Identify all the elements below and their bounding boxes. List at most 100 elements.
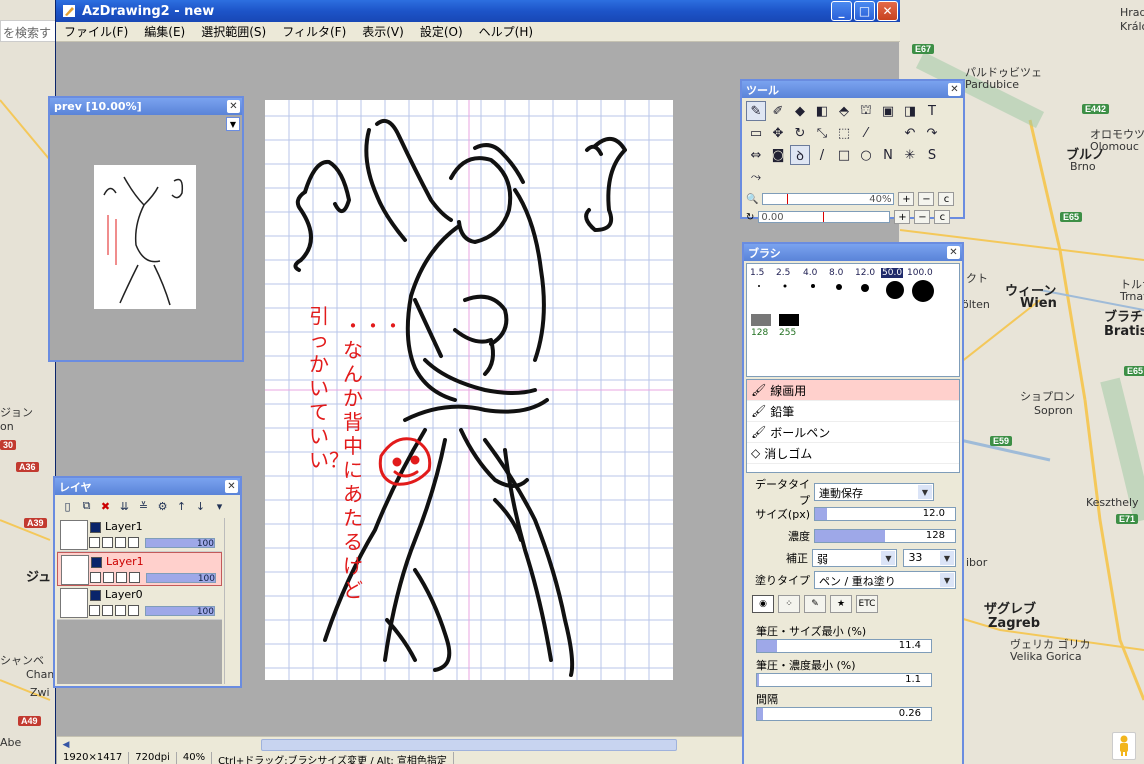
data-type-select[interactable]: 連動保存	[814, 483, 934, 501]
eraser-tool-icon[interactable]: ◆	[790, 101, 810, 121]
layer-opacity[interactable]: 100	[146, 573, 216, 584]
folder-icon[interactable]	[116, 572, 127, 583]
transform-tool-icon[interactable]: ⤡	[812, 123, 832, 143]
move-down-icon[interactable]: ↓	[192, 498, 209, 514]
brush-size-3[interactable]: 4.0	[803, 268, 817, 278]
eyedropper-tool-icon[interactable]: ⁄	[856, 123, 876, 143]
tab-pressure-icon[interactable]: ◉	[752, 595, 774, 613]
brush-size-2[interactable]: 2.5	[776, 268, 790, 278]
layer-panel-titlebar[interactable]: レイヤ ✕	[55, 478, 240, 495]
select-tool-icon[interactable]: ▣	[878, 101, 898, 121]
rectangle-icon[interactable]: □	[834, 145, 854, 165]
bucket-tool-icon[interactable]: ◧	[812, 101, 832, 121]
layer-scrollbar[interactable]	[224, 518, 238, 684]
rotate-tool-icon[interactable]: ↻	[790, 123, 810, 143]
clip-icon[interactable]	[102, 537, 113, 548]
layer-row[interactable]: Layer0 100	[57, 586, 222, 620]
zoom-out-button[interactable]: −	[918, 192, 935, 206]
street-view-pegman-icon[interactable]	[1112, 732, 1136, 760]
brush-item[interactable]: 🖌 鉛筆	[747, 401, 959, 422]
marquee-tool-icon[interactable]: ⬚	[834, 123, 854, 143]
layer-visibility-icon[interactable]	[90, 522, 101, 533]
clip-icon[interactable]	[102, 605, 113, 616]
menu-selection[interactable]: 選択範囲(S)	[193, 23, 274, 40]
scroll-thumb[interactable]	[261, 739, 677, 751]
paint-tool-icon[interactable]: ⛫	[856, 101, 876, 121]
scroll-left-icon[interactable]: ◀	[59, 739, 73, 751]
tool-panel-titlebar[interactable]: ツール ✕	[742, 81, 963, 98]
tab-star-icon[interactable]: ★	[830, 595, 852, 613]
layer-visibility-icon[interactable]	[91, 557, 102, 568]
menu-help[interactable]: ヘルプ(H)	[471, 23, 541, 40]
rotate-minus-button[interactable]: −	[914, 210, 931, 224]
redo-icon[interactable]: ↷	[922, 123, 942, 143]
clip-icon[interactable]	[103, 572, 114, 583]
pen-tool-icon[interactable]: ✎	[746, 101, 766, 121]
map-search-input[interactable]: を検索す	[0, 20, 56, 42]
mask-icon[interactable]	[128, 605, 139, 616]
rotate-reset-button[interactable]: c	[934, 210, 951, 224]
concentric-icon[interactable]: ✳	[900, 145, 920, 165]
brush-item[interactable]: 🖌 線画用	[747, 380, 959, 401]
zoom-in-button[interactable]: +	[898, 192, 915, 206]
brush-tool-icon[interactable]: ✐	[768, 101, 788, 121]
menu-filter[interactable]: フィルタ(F)	[274, 23, 354, 40]
ellipse-icon[interactable]: ○	[856, 145, 876, 165]
layer-visibility-icon[interactable]	[90, 590, 101, 601]
tab-texture-icon[interactable]: ⁘	[778, 595, 800, 613]
move-up-icon[interactable]: ↑	[173, 498, 190, 514]
close-icon[interactable]: ✕	[948, 83, 961, 96]
minimize-button[interactable]: _	[831, 1, 852, 21]
move-tool-icon[interactable]: ✥	[768, 123, 788, 143]
lock-icon[interactable]	[89, 537, 100, 548]
combine-layer-icon[interactable]: ≚	[135, 498, 152, 514]
layer-settings-icon[interactable]: ⚙	[154, 498, 171, 514]
maximize-button[interactable]: □	[854, 1, 875, 21]
layer-opacity[interactable]: 100	[145, 606, 215, 617]
flip-icon[interactable]: ⇔	[746, 145, 766, 165]
drawing-canvas[interactable]: 引っかいていい？ ・・・なんか背中にあたるけど	[265, 100, 673, 680]
prev-menu-dropdown-icon[interactable]: ▼	[226, 117, 240, 131]
layer-row[interactable]: Layer1 100	[57, 552, 222, 586]
correction-select[interactable]: 弱	[812, 549, 898, 567]
zoom-reset-button[interactable]: c	[938, 192, 955, 206]
ruler-tool-icon[interactable]: ▭	[746, 123, 766, 143]
layer-menu-icon[interactable]: ▾	[211, 498, 228, 514]
menu-file[interactable]: ファイル(F)	[56, 23, 136, 40]
folder-icon[interactable]	[115, 605, 126, 616]
freehand-icon[interactable]: ꝺ	[790, 145, 810, 165]
interval-slider[interactable]: 0.26	[756, 707, 932, 721]
tab-etc[interactable]: ETC	[856, 595, 878, 613]
delete-layer-icon[interactable]: ✖	[97, 498, 114, 514]
brush-size-1[interactable]: 1.5	[750, 268, 764, 278]
rotate-plus-button[interactable]: +	[894, 210, 911, 224]
mask-icon[interactable]	[128, 537, 139, 548]
folder-icon[interactable]	[115, 537, 126, 548]
polyline-icon[interactable]: N	[878, 145, 898, 165]
fill-tool-icon[interactable]: ⬘	[834, 101, 854, 121]
gradient-tool-icon[interactable]: ◨	[900, 101, 920, 121]
merge-layer-icon[interactable]: ⇊	[116, 498, 133, 514]
brush-size-4[interactable]: 8.0	[829, 268, 843, 278]
correction-number[interactable]: 33	[903, 549, 956, 567]
pressure-density-slider[interactable]: 1.1	[756, 673, 932, 687]
close-button[interactable]: ✕	[877, 1, 898, 21]
close-icon[interactable]: ✕	[947, 246, 960, 259]
close-icon[interactable]: ✕	[227, 100, 240, 113]
brush-item[interactable]: 🖌 ボールペン	[747, 422, 959, 443]
new-layer-icon[interactable]: ▯	[59, 498, 76, 514]
paint-type-select[interactable]: ペン / 重ね塗り	[814, 571, 956, 589]
brush-size-6[interactable]: 50.0	[881, 268, 904, 278]
size-slider[interactable]: 12.0	[814, 507, 956, 521]
pressure-size-slider[interactable]: 11.4	[756, 639, 932, 653]
menu-edit[interactable]: 編集(E)	[136, 23, 193, 40]
line-icon[interactable]: /	[812, 145, 832, 165]
layer-row[interactable]: Layer1 100	[57, 518, 222, 552]
brush-size-grid[interactable]: 1.5 2.5 4.0 8.0 12.0 50.0 100.0 128 255	[746, 263, 960, 377]
tab-pen-icon[interactable]: ✎	[804, 595, 826, 613]
window-titlebar[interactable]: AzDrawing2 - new _ □ ✕	[56, 0, 900, 22]
fit-view-icon[interactable]: ◙	[768, 145, 788, 165]
prev-viewport[interactable]: ▼	[50, 115, 242, 360]
text-tool-icon[interactable]: T	[922, 101, 942, 121]
menu-view[interactable]: 表示(V)	[354, 23, 412, 40]
